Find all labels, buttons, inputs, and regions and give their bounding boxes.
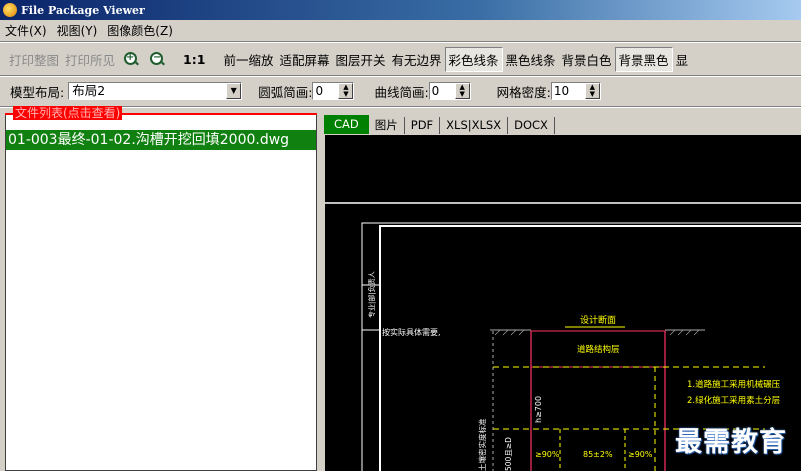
- svg-text:专业|部|负责人: 专业|部|负责人: [367, 271, 376, 318]
- menu-file[interactable]: 文件(X): [0, 22, 52, 39]
- grid-density-value: 10: [553, 84, 570, 98]
- view-tabs: CAD 图片 PDF XLS|XLSX DOCX: [324, 114, 555, 134]
- compaction-mid: 85±2%: [583, 450, 613, 459]
- main-toolbar: 打印整图 打印所见 + − 1:1 前一缩放 适配屏幕 图层开关 有无边界 彩色…: [0, 44, 801, 74]
- grid-density-label: 网格密度:: [496, 84, 551, 100]
- curve-simplify-label: 曲线简画:: [374, 84, 429, 100]
- menu-view[interactable]: 视图(Y): [52, 22, 103, 39]
- file-list-panel: [5, 113, 317, 471]
- file-name: 01-003最终-01-02.沟槽开挖回填2000.dwg: [8, 132, 290, 148]
- spinner-arrows-icon[interactable]: ▲ ▼: [454, 83, 470, 99]
- black-lines-button[interactable]: 黑色线条: [503, 48, 559, 71]
- divider: [0, 75, 801, 77]
- chevron-down-icon[interactable]: ▼: [226, 83, 242, 99]
- arc-simplify-spinner[interactable]: 0 ▲ ▼: [312, 82, 355, 100]
- zoom-out-icon[interactable]: −: [149, 51, 166, 67]
- file-list-title: 文件列表(点击查看): [13, 106, 123, 120]
- spinner-arrows-icon[interactable]: ▲ ▼: [584, 83, 600, 99]
- tab-cad[interactable]: CAD: [324, 115, 369, 134]
- curve-simplify-value: 0: [431, 84, 440, 98]
- panel-splitter[interactable]: [318, 113, 324, 471]
- compaction-left: ≥90%: [535, 450, 560, 459]
- tab-image[interactable]: 图片: [369, 117, 405, 134]
- tab-pdf[interactable]: PDF: [405, 117, 441, 134]
- side-label: 专业|部|负责人: [367, 271, 376, 318]
- bg-black-button[interactable]: 背景黑色: [614, 46, 673, 72]
- print-all-button[interactable]: 打印整图: [6, 48, 62, 71]
- model-layout-select[interactable]: 布局2 ▼: [68, 82, 243, 100]
- window-title: File Package Viewer: [21, 3, 145, 17]
- more-button[interactable]: 显: [673, 48, 692, 71]
- spinner-arrows-icon[interactable]: ▲ ▼: [338, 83, 354, 99]
- border-toggle-button[interactable]: 有无边界: [388, 48, 444, 71]
- curve-simplify-spinner[interactable]: 0 ▲ ▼: [428, 82, 471, 100]
- svg-text:h≥700: h≥700: [534, 396, 543, 423]
- depth-label: h≥700: [534, 396, 543, 423]
- note-2: 2.绿化施工采用素土分层: [687, 395, 780, 406]
- color-lines-button[interactable]: 彩色线条: [444, 46, 503, 72]
- svg-text:土壤密实度标准: 土壤密实度标准: [477, 418, 487, 471]
- arc-simplify-label: 圆弧简画:: [258, 84, 313, 100]
- options-bar: 模型布局: 布局2 ▼ 圆弧简画: 0 ▲ ▼ 曲线简画: 0 ▲ ▼ 网格密度: …: [0, 78, 801, 104]
- model-layout-value: 布局2: [72, 83, 106, 98]
- list-item[interactable]: 01-003最终-01-02.沟槽开挖回填2000.dwg: [6, 130, 316, 150]
- grid-density-spinner[interactable]: 10 ▲ ▼: [550, 82, 601, 100]
- watermark-logo: 最需教育: [675, 427, 787, 458]
- file-list-header: 文件列表(点击查看): [5, 106, 317, 126]
- compaction-right: ≥90%: [628, 450, 653, 459]
- menu-image-color[interactable]: 图像颜色(Z): [102, 22, 178, 39]
- fit-screen-button[interactable]: 适配屏幕: [276, 48, 332, 71]
- app-icon: [3, 3, 17, 17]
- tab-xls[interactable]: XLS|XLSX: [440, 117, 509, 134]
- menu-bar: 文件(X) 视图(Y) 图像颜色(Z): [0, 20, 801, 40]
- scale-1-1-button[interactable]: 1:1: [180, 50, 208, 69]
- arc-simplify-value: 0: [315, 84, 324, 98]
- divider: [0, 41, 801, 43]
- bg-white-button[interactable]: 背景白色: [559, 48, 615, 71]
- svg-text:500且≥D: 500且≥D: [504, 437, 513, 471]
- layer-switch-button[interactable]: 图层开关: [332, 48, 388, 71]
- left-note: 按实际具体需要,: [382, 327, 441, 337]
- model-layout-label: 模型布局:: [10, 84, 65, 100]
- left-col-label-1: 土壤密实度标准: [477, 418, 487, 471]
- note-1: 1.道路施工采用机械碾压: [687, 379, 781, 390]
- print-visible-button[interactable]: 打印所见: [62, 48, 118, 71]
- title-bar: File Package Viewer: [0, 0, 801, 20]
- design-section-title: 设计断面: [580, 314, 616, 326]
- tab-docx[interactable]: DOCX: [508, 117, 555, 134]
- prev-zoom-button[interactable]: 前一缩放: [220, 48, 276, 71]
- road-layer-label: 道路结构层: [577, 344, 620, 355]
- left-col-label-2: 500且≥D: [504, 437, 513, 471]
- zoom-in-icon[interactable]: +: [123, 51, 140, 67]
